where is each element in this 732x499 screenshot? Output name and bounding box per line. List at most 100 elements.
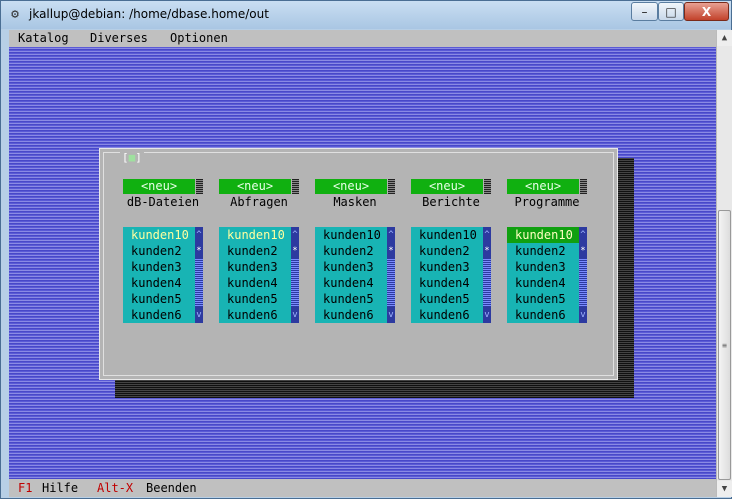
terminal-window: ⚙ jkallup@debian: /home/dbase.home/out –…	[0, 0, 732, 499]
column-label: Berichte	[422, 195, 480, 209]
list-scroll-track[interactable]	[579, 259, 587, 307]
list-item[interactable]: kunden4	[123, 275, 195, 291]
file-list[interactable]: kunden10 kunden2 kunden3 kunden4 kunden5 kund…	[219, 227, 299, 323]
list-scroll-up-icon[interactable]: ^	[291, 227, 299, 243]
list-scrollbar[interactable]: ^ * v	[291, 227, 299, 323]
list-item[interactable]: kunden6	[315, 307, 387, 323]
terminal-app-icon: ⚙	[11, 6, 19, 22]
list-scroll-thumb[interactable]: *	[291, 243, 299, 259]
terminal-area[interactable]: Katalog Diverses Optionen F1 Hilfe Alt-X…	[9, 30, 716, 497]
catalog-dialog: [■] <neu> dB-Dateien kunden10 kunden2 kunden…	[99, 148, 618, 380]
list-item[interactable]: kunden3	[315, 259, 387, 275]
list-scrollbar[interactable]: ^ * v	[579, 227, 587, 323]
list-scroll-thumb[interactable]: *	[195, 243, 203, 259]
dialog-close-box[interactable]: [■]	[120, 152, 144, 163]
list-scroll-track[interactable]	[483, 259, 491, 307]
list-scroll-down-icon[interactable]: v	[579, 307, 587, 323]
menu-katalog[interactable]: Katalog	[18, 30, 69, 47]
button-shadow	[196, 179, 203, 194]
scroll-up-icon[interactable]: ▲	[717, 30, 732, 46]
list-item[interactable]: kunden3	[411, 259, 483, 275]
scroll-grip-icon: ≡	[722, 340, 727, 350]
list-item[interactable]: kunden10	[507, 227, 579, 243]
file-list[interactable]: kunden10 kunden2 kunden3 kunden4 kunden5 kund…	[411, 227, 491, 323]
scroll-thumb[interactable]: ≡	[718, 210, 731, 480]
list-item[interactable]: kunden5	[507, 291, 579, 307]
list-item[interactable]: kunden4	[507, 275, 579, 291]
list-item[interactable]: kunden10	[315, 227, 387, 243]
button-shadow	[292, 179, 299, 194]
list-item[interactable]: kunden3	[507, 259, 579, 275]
list-item[interactable]: kunden4	[315, 275, 387, 291]
list-item[interactable]: kunden5	[123, 291, 195, 307]
menu-optionen[interactable]: Optionen	[170, 30, 228, 47]
list-scrollbar[interactable]: ^ * v	[195, 227, 203, 323]
list-item[interactable]: kunden4	[411, 275, 483, 291]
list-item[interactable]: kunden5	[411, 291, 483, 307]
list-item[interactable]: kunden2	[411, 243, 483, 259]
vertical-scrollbar[interactable]: ▲ ≡ ▼	[716, 30, 732, 497]
list-item[interactable]: kunden6	[411, 307, 483, 323]
file-list[interactable]: kunden10 kunden2 kunden3 kunden4 kunden5 kund…	[507, 227, 587, 323]
list-item[interactable]: kunden5	[219, 291, 291, 307]
list-item[interactable]: kunden6	[507, 307, 579, 323]
list-item[interactable]: kunden2	[123, 243, 195, 259]
new-button[interactable]: <neu>	[507, 179, 579, 194]
list-scroll-down-icon[interactable]: v	[291, 307, 299, 323]
list-scroll-up-icon[interactable]: ^	[387, 227, 395, 243]
list-item[interactable]: kunden4	[219, 275, 291, 291]
list-item[interactable]: kunden5	[315, 291, 387, 307]
column-label: dB-Dateien	[126, 195, 200, 209]
list-item[interactable]: kunden3	[123, 259, 195, 275]
list-scroll-down-icon[interactable]: v	[483, 307, 491, 323]
list-item[interactable]: kunden3	[219, 259, 291, 275]
scroll-down-icon[interactable]: ▼	[717, 481, 732, 497]
list-item[interactable]: kunden10	[219, 227, 291, 243]
status-bar: F1 Hilfe Alt-X Beenden	[9, 479, 716, 497]
column-label: Programme	[514, 195, 580, 209]
maximize-button[interactable]: □	[658, 2, 684, 21]
list-item[interactable]: kunden2	[219, 243, 291, 259]
file-list[interactable]: kunden10 kunden2 kunden3 kunden4 kunden5 kund…	[315, 227, 395, 323]
status-f1-key[interactable]: F1	[18, 479, 32, 497]
column-label: Masken	[333, 195, 377, 209]
title-bar[interactable]: ⚙ jkallup@debian: /home/dbase.home/out –…	[1, 1, 731, 29]
menu-bar: Katalog Diverses Optionen	[9, 30, 716, 47]
close-icon: X	[701, 4, 712, 19]
list-item[interactable]: kunden10	[411, 227, 483, 243]
list-scroll-down-icon[interactable]: v	[387, 307, 395, 323]
status-altx-key[interactable]: Alt-X	[97, 479, 133, 497]
list-scroll-up-icon[interactable]: ^	[579, 227, 587, 243]
new-button[interactable]: <neu>	[411, 179, 483, 194]
list-scroll-track[interactable]	[387, 259, 395, 307]
minimize-button[interactable]: –	[631, 2, 658, 21]
menu-diverses[interactable]: Diverses	[90, 30, 148, 47]
list-scroll-down-icon[interactable]: v	[195, 307, 203, 323]
list-scroll-thumb[interactable]: *	[483, 243, 491, 259]
dialog-corner-right: ]	[135, 151, 142, 164]
button-shadow	[580, 179, 587, 194]
list-scroll-track[interactable]	[291, 259, 299, 307]
file-list[interactable]: kunden10 kunden2 kunden3 kunden4 kunden5 kund…	[123, 227, 203, 323]
list-scroll-thumb[interactable]: *	[387, 243, 395, 259]
new-button[interactable]: <neu>	[315, 179, 387, 194]
list-scroll-thumb[interactable]: *	[579, 243, 587, 259]
window-title: jkallup@debian: /home/dbase.home/out	[29, 7, 269, 21]
list-item[interactable]: kunden2	[507, 243, 579, 259]
list-item[interactable]: kunden10	[123, 227, 195, 243]
list-scrollbar[interactable]: ^ * v	[483, 227, 491, 323]
status-altx-label[interactable]: Beenden	[146, 479, 197, 497]
new-button[interactable]: <neu>	[123, 179, 195, 194]
status-f1-label[interactable]: Hilfe	[42, 479, 78, 497]
list-item[interactable]: kunden2	[315, 243, 387, 259]
list-scrollbar[interactable]: ^ * v	[387, 227, 395, 323]
list-scroll-up-icon[interactable]: ^	[195, 227, 203, 243]
button-shadow	[484, 179, 491, 194]
list-scroll-track[interactable]	[195, 259, 203, 307]
close-button[interactable]: X	[684, 2, 729, 21]
dialog-frame: [■] <neu> dB-Dateien kunden10 kunden2 kunden…	[103, 152, 614, 376]
list-scroll-up-icon[interactable]: ^	[483, 227, 491, 243]
list-item[interactable]: kunden6	[219, 307, 291, 323]
new-button[interactable]: <neu>	[219, 179, 291, 194]
list-item[interactable]: kunden6	[123, 307, 195, 323]
